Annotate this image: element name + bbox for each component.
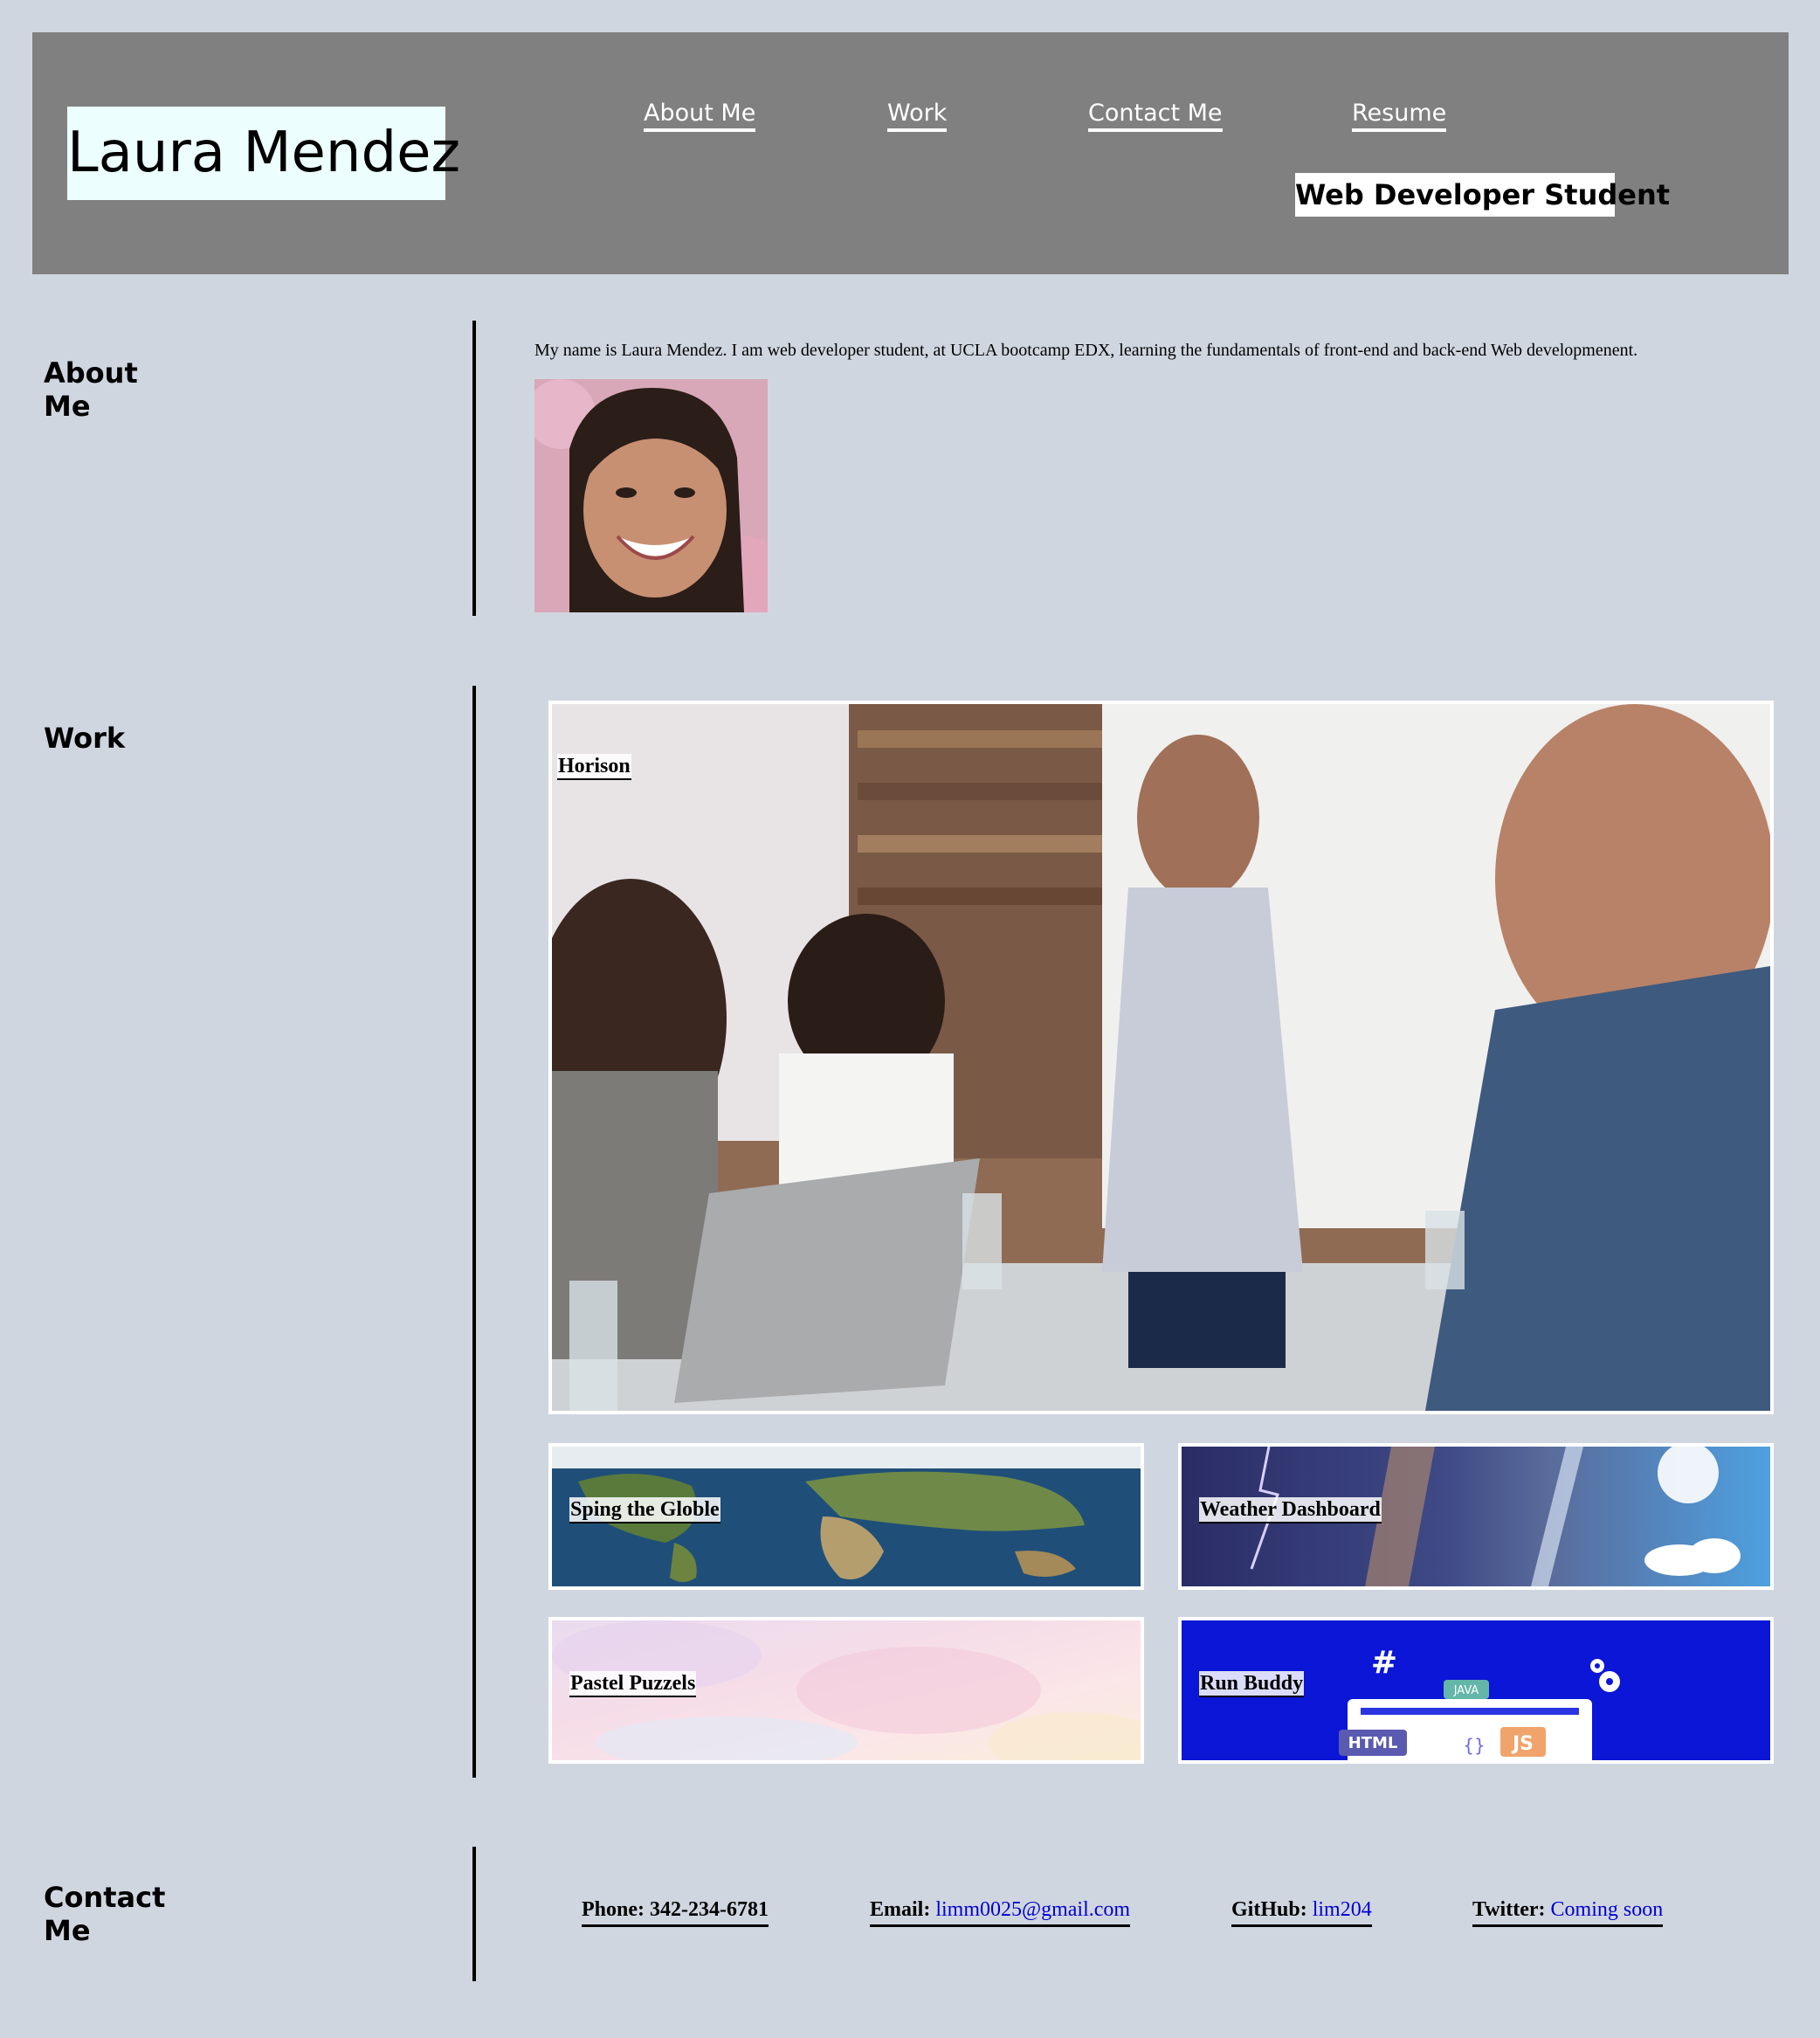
- contact-email-label: Email:: [870, 1898, 931, 1921]
- nav-link-contact-me[interactable]: Contact Me: [1088, 99, 1223, 132]
- project-card-horison[interactable]: Horison: [548, 701, 1774, 1414]
- nav-link-work[interactable]: Work: [887, 99, 948, 132]
- site-logo-name: Laura Mendez: [67, 107, 460, 200]
- nav-link-about-me[interactable]: About Me: [644, 99, 756, 132]
- contact-phone: Phone: 342-234-6781: [582, 1896, 769, 1927]
- section-title-work: Work: [44, 722, 126, 755]
- svg-text:HTML: HTML: [1348, 1734, 1398, 1752]
- contact-github: GitHub: lim204: [1231, 1896, 1372, 1927]
- project-card-run-buddy[interactable]: JAVA HTML {} JS # Run Buddy: [1178, 1617, 1774, 1764]
- project-link-sping-the-globle[interactable]: Sping the Globle: [569, 1497, 720, 1523]
- contact-email-link[interactable]: limm0025@gmail.com: [935, 1898, 1130, 1921]
- project-link-horison[interactable]: Horison: [557, 754, 631, 780]
- about-description: My name is Laura Mendez. I am web develo…: [534, 341, 1638, 360]
- contact-github-link[interactable]: lim204: [1313, 1898, 1372, 1921]
- project-card-weather-dashboard[interactable]: Weather Dashboard: [1178, 1443, 1774, 1590]
- hash-icon: #: [1371, 1645, 1397, 1681]
- contact-email: Email: limm0025@gmail.com: [870, 1896, 1131, 1927]
- project-image-horison: [552, 704, 1770, 1411]
- svg-text:JAVA: JAVA: [1453, 1684, 1479, 1697]
- section-divider-about: [472, 321, 476, 616]
- project-card-pastel-puzzels[interactable]: Pastel Puzzels: [548, 1617, 1144, 1764]
- project-link-pastel-puzzels[interactable]: Pastel Puzzels: [569, 1671, 697, 1697]
- profile-photo: [534, 379, 768, 612]
- svg-text:JS: JS: [1511, 1733, 1534, 1755]
- contact-twitter-label: Twitter:: [1472, 1898, 1546, 1921]
- contact-phone-value: 342-234-6781: [650, 1898, 769, 1921]
- contact-phone-label: Phone:: [582, 1898, 645, 1921]
- contact-github-label: GitHub:: [1231, 1898, 1307, 1921]
- braces-icon: {}: [1463, 1735, 1485, 1756]
- project-link-weather-dashboard[interactable]: Weather Dashboard: [1199, 1497, 1382, 1523]
- section-divider-work: [472, 686, 476, 1778]
- contact-twitter: Twitter: Coming soon: [1472, 1896, 1664, 1927]
- project-link-run-buddy[interactable]: Run Buddy: [1199, 1671, 1305, 1697]
- section-title-contact: Contact Me: [44, 1881, 166, 1947]
- site-header: Laura Mendez About Me Work Contact Me Re…: [32, 32, 1789, 274]
- section-title-about: About Me: [44, 356, 138, 423]
- nav-link-resume[interactable]: Resume: [1352, 99, 1447, 132]
- header-subtitle: Web Developer Student: [1295, 173, 1670, 217]
- contact-twitter-link[interactable]: Coming soon: [1551, 1898, 1664, 1921]
- section-divider-contact: [472, 1847, 476, 1981]
- profile-photo-image: [534, 379, 768, 612]
- project-card-sping-the-globle[interactable]: Sping the Globle: [548, 1443, 1144, 1590]
